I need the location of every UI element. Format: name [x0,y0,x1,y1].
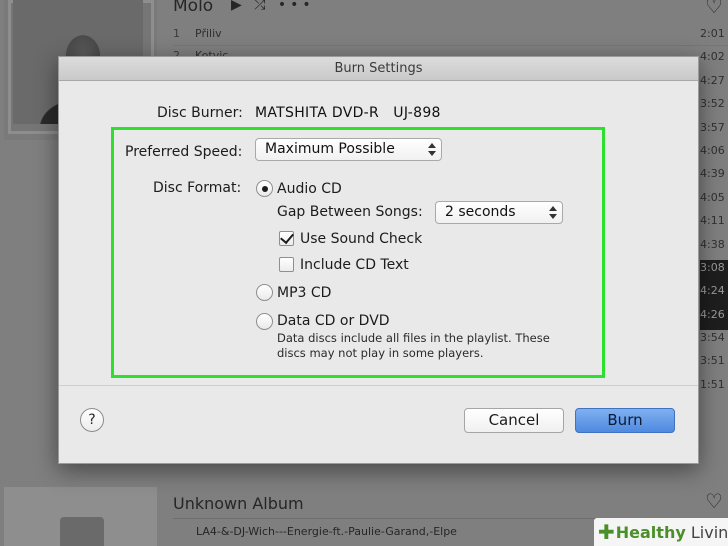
include-cd-text-label[interactable]: Include CD Text [300,257,409,273]
watermark-word1: Healthy [615,523,686,542]
track-duration: 4:24 [700,283,728,307]
track-duration: 4:02 [700,50,725,64]
track-duration: 3:54 [700,331,725,345]
row-divider [173,45,728,46]
track-duration: 4:39 [700,167,725,181]
track-duration: 4:06 [700,143,725,157]
album-play-shuffle-more-controls[interactable]: ▶ ⤮ ••• [231,0,315,13]
track-duration: 3:57 [700,120,725,134]
preferred-speed-select[interactable]: Maximum Possible [255,138,442,161]
mp3-cd-radio[interactable] [256,284,273,301]
gap-between-songs-select[interactable]: 2 seconds [435,201,563,224]
album-title: Molo [173,0,214,16]
disc-format-label: Disc Format: [153,180,242,196]
unknown-album-artwork[interactable] [4,487,157,546]
track-duration: 4:26 [700,306,728,331]
gap-value: 2 seconds [445,204,516,220]
music-note-icon [60,517,104,546]
track-name: Přiliv [195,27,222,40]
audio-cd-label[interactable]: Audio CD [277,181,342,197]
watermark-word2: Living [690,523,728,542]
track-duration: 2:01 [700,27,725,40]
track-duration: 3:51 [700,354,725,368]
track-duration: 1:51 [700,377,725,391]
track-duration: 4:05 [700,190,725,204]
album2-title: Unknown Album [173,494,304,513]
track-duration: 3:08 [700,259,728,284]
track-durations: 2:01 4:02 4:27 3:52 3:57 4:06 4:39 4:05 … [700,26,728,400]
watermark: ✚Healthy Living [594,518,728,546]
burn-button[interactable]: Burn [575,408,675,433]
track-duration: 3:52 [700,97,725,111]
cancel-button[interactable]: Cancel [464,408,564,433]
use-sound-check-checkbox[interactable] [279,231,294,246]
track-name[interactable]: LA4-&-DJ-Wich---Energie-ft.-Paulie-Garan… [196,525,457,538]
data-cd-label[interactable]: Data CD or DVD [277,313,390,329]
track-duration: 4:11 [700,214,725,228]
chevron-updown-icon [549,206,557,219]
preferred-speed-value: Maximum Possible [265,141,395,157]
chevron-updown-icon [428,143,436,156]
heart-icon[interactable]: ♡ [705,489,723,513]
divider [59,385,698,386]
disc-burner-value: MATSHITA DVD-R UJ-898 [255,105,441,121]
track-duration: 4:38 [700,237,725,251]
help-button[interactable]: ? [80,408,104,432]
track-row[interactable]: 1 Přiliv [173,27,222,40]
disc-burner-label: Disc Burner: [157,105,243,121]
burn-settings-dialog: Burn Settings Disc Burner: MATSHITA DVD-… [58,56,699,464]
gap-between-songs-label: Gap Between Songs: [277,204,423,220]
plus-logo-icon: ✚ [598,520,615,544]
mp3-cd-label[interactable]: MP3 CD [277,285,331,301]
heart-icon[interactable]: ♡ [705,0,723,18]
use-sound-check-label[interactable]: Use Sound Check [300,231,422,247]
include-cd-text-checkbox[interactable] [279,257,294,272]
track-duration: 4:27 [700,73,725,87]
preferred-speed-label: Preferred Speed: [125,144,243,160]
data-disc-note: Data discs include all files in the play… [277,331,550,360]
data-cd-radio[interactable] [256,313,273,330]
dialog-title: Burn Settings [59,57,698,81]
track-number: 1 [173,27,180,40]
audio-cd-radio[interactable] [256,180,273,197]
